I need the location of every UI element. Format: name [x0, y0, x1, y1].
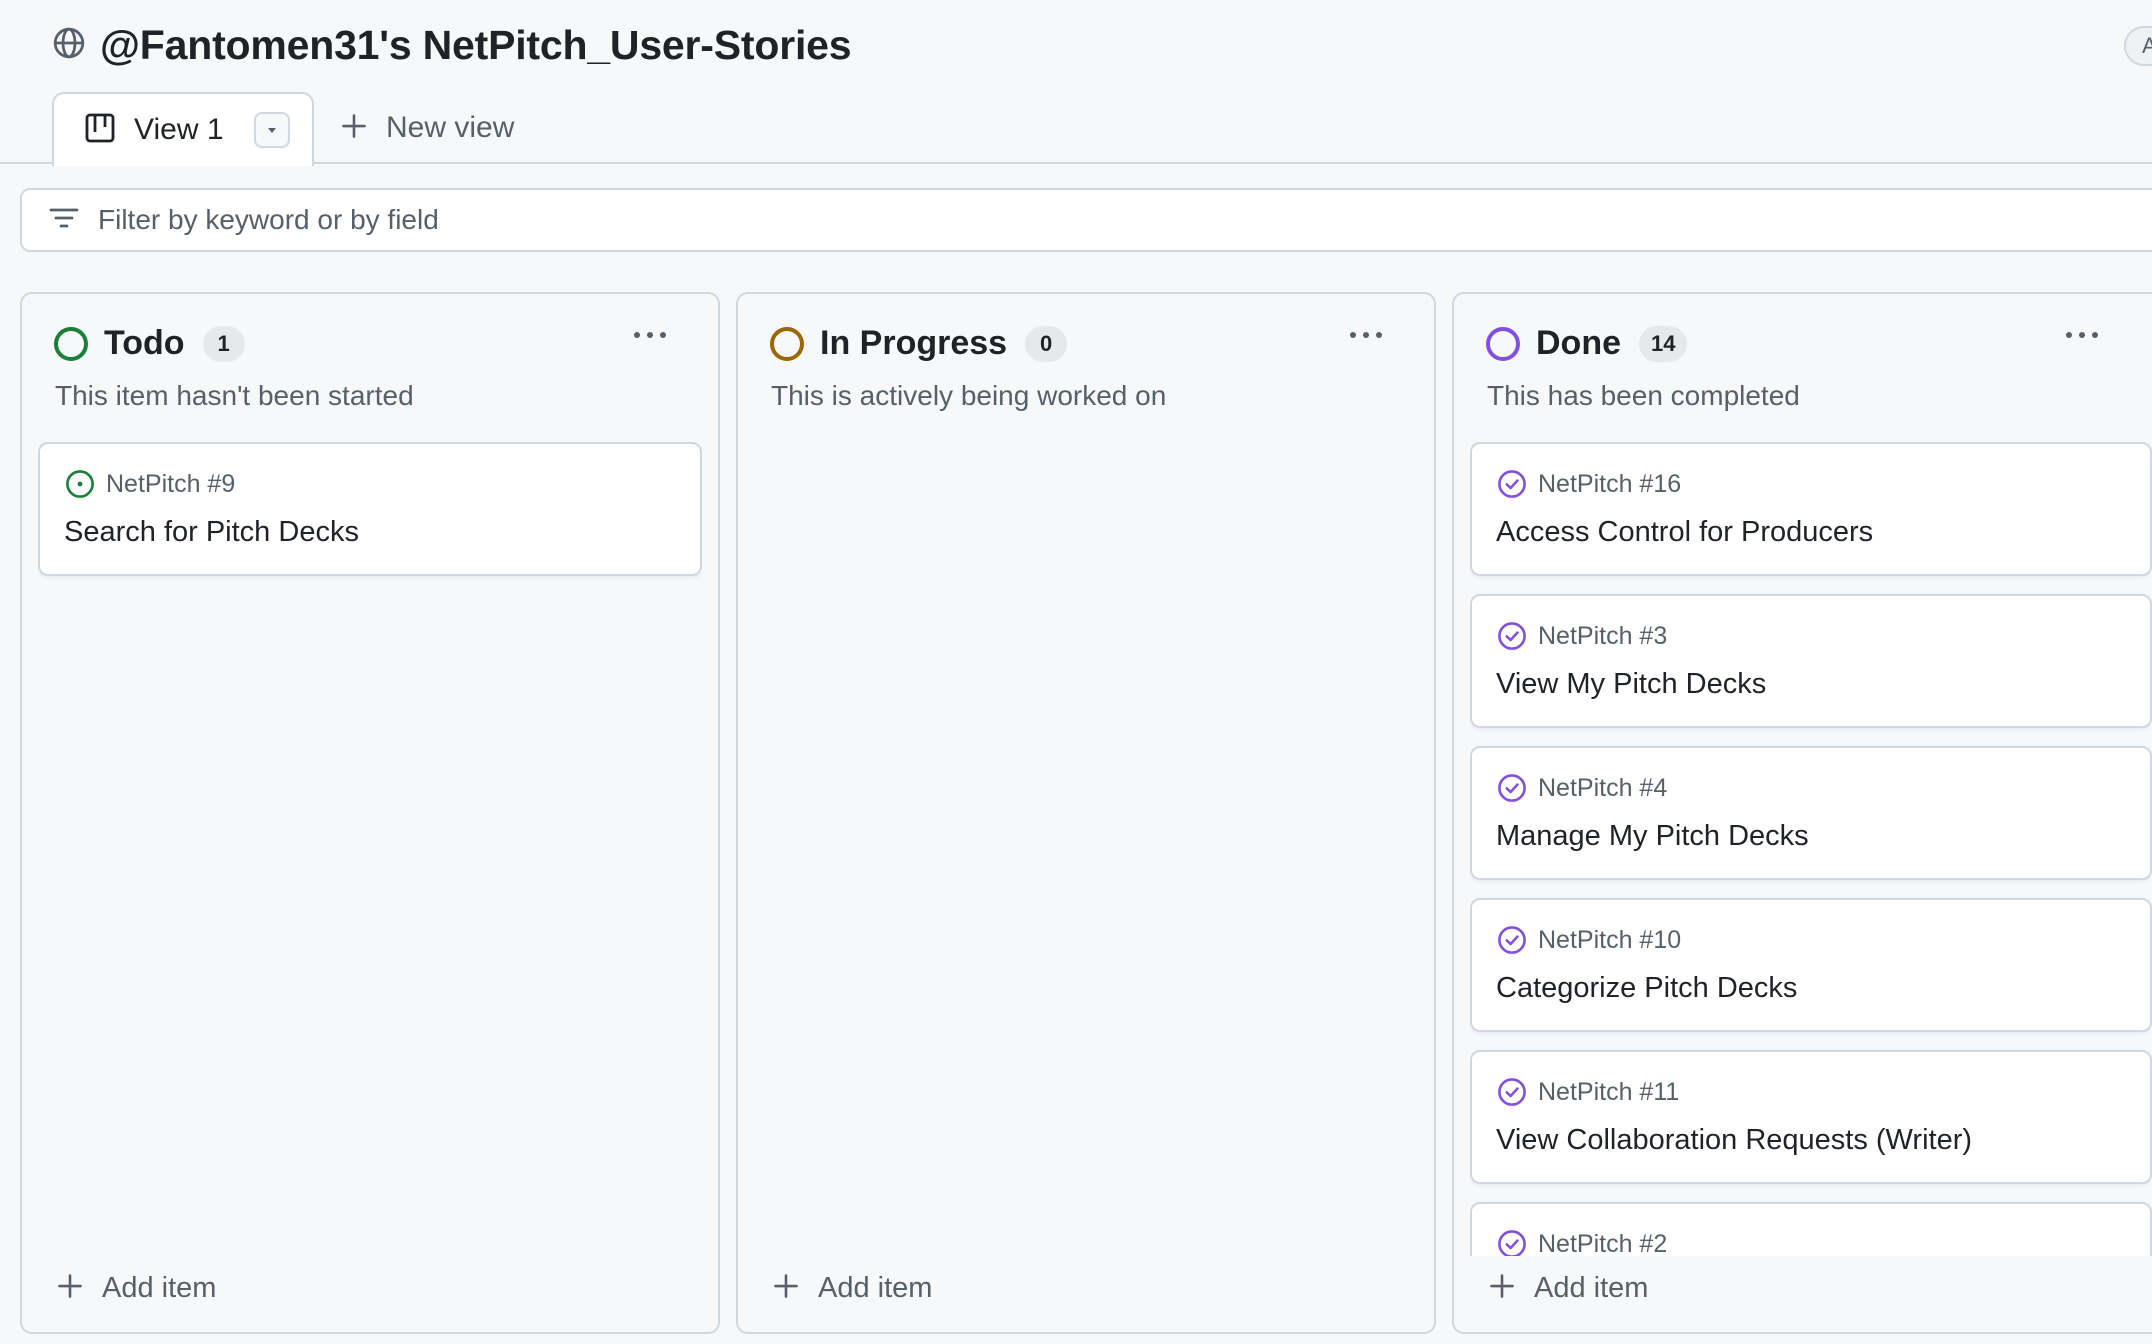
column-in-progress: In Progress 0 This is actively being wor…	[736, 292, 1436, 1334]
plus-icon	[56, 1272, 84, 1305]
card-title[interactable]: View My Pitch Decks	[1496, 668, 1766, 701]
filter-input[interactable]	[98, 204, 1898, 236]
card-list	[754, 442, 1418, 1256]
new-view-button[interactable]: New view	[340, 92, 514, 164]
column-title: In Progress	[820, 324, 1008, 362]
issue-opened-icon	[66, 470, 94, 498]
status-in-progress-icon	[770, 326, 804, 361]
card-reference: NetPitch #2	[1496, 1228, 1667, 1256]
kebab-horizontal-icon[interactable]	[634, 332, 666, 338]
card[interactable]: NetPitch #9 Search for Pitch Decks	[38, 442, 702, 576]
card-ref-text: NetPitch #16	[1538, 469, 1682, 498]
card-title[interactable]: View Collaboration Requests (Writer)	[1496, 1124, 1972, 1157]
card-reference: NetPitch #16	[1496, 468, 1681, 500]
card-ref-text: NetPitch #4	[1538, 773, 1668, 802]
view-tabs: View 1 New view	[52, 92, 514, 166]
column-done: Done 14 This has been completed NetPitch…	[1452, 292, 2152, 1334]
card-reference: NetPitch #4	[1496, 772, 1667, 804]
card-title[interactable]: Manage My Pitch Decks	[1496, 820, 1809, 853]
kebab-horizontal-icon[interactable]	[1350, 332, 1382, 338]
issue-closed-icon	[1498, 926, 1526, 954]
title-row: @Fantomen31's NetPitch_User-Stories	[52, 22, 852, 69]
card[interactable]: NetPitch #10 Categorize Pitch Decks	[1470, 898, 2152, 1032]
column-count-badge: 1	[202, 325, 245, 362]
add-item-label: Add item	[818, 1271, 933, 1304]
card[interactable]: NetPitch #3 View My Pitch Decks	[1470, 594, 2152, 728]
filter-bar	[20, 188, 2152, 252]
card-title[interactable]: Categorize Pitch Decks	[1496, 972, 1797, 1005]
filter-icon	[48, 202, 80, 239]
card[interactable]: NetPitch #2	[1470, 1202, 2152, 1256]
column-header: Done 14	[1486, 324, 1688, 363]
tab-options-button[interactable]	[253, 112, 290, 148]
card-reference: NetPitch #3	[1496, 620, 1667, 652]
column-todo: Todo 1 This item hasn't been started Net…	[20, 292, 720, 1334]
card-reference: NetPitch #10	[1496, 924, 1681, 956]
card[interactable]: NetPitch #4 Manage My Pitch Decks	[1470, 746, 2152, 880]
add-item-label: Add item	[1534, 1271, 1649, 1304]
card-ref-text: NetPitch #10	[1538, 925, 1682, 954]
card-title[interactable]: Search for Pitch Decks	[64, 516, 359, 549]
column-count-badge: 14	[1639, 325, 1688, 362]
status-open-icon	[54, 326, 88, 361]
card-reference: NetPitch #9	[64, 468, 235, 500]
card-ref-text: NetPitch #11	[1538, 1077, 1680, 1106]
add-item-label: Add item	[102, 1271, 217, 1304]
card[interactable]: NetPitch #11 View Collaboration Requests…	[1470, 1050, 2152, 1184]
project-board-page: @Fantomen31's NetPitch_User-Stories A Vi…	[0, 0, 2152, 1344]
issue-closed-icon	[1498, 774, 1526, 802]
issue-closed-icon	[1498, 470, 1526, 498]
board-view-icon	[84, 112, 116, 149]
tab-view-1-label: View 1	[134, 113, 224, 146]
card-list: NetPitch #16 Access Control for Producer…	[1470, 442, 2152, 1256]
plus-icon	[1488, 1272, 1516, 1305]
kebab-horizontal-icon[interactable]	[2066, 332, 2098, 338]
top-right-button[interactable]: A	[2124, 26, 2152, 66]
card-ref-text: NetPitch #3	[1538, 621, 1668, 650]
plus-icon	[772, 1272, 800, 1305]
column-count-badge: 0	[1025, 325, 1068, 362]
card-ref-text: NetPitch #9	[106, 469, 236, 498]
column-description: This has been completed	[1487, 380, 1800, 411]
issue-closed-icon	[1498, 622, 1526, 650]
add-item-button[interactable]: Add item	[772, 1268, 932, 1308]
project-header: @Fantomen31's NetPitch_User-Stories A Vi…	[0, 0, 2152, 166]
column-header: Todo 1	[54, 324, 245, 363]
card[interactable]: NetPitch #16 Access Control for Producer…	[1470, 442, 2152, 576]
column-title: Todo	[104, 324, 185, 362]
column-description: This item hasn't been started	[55, 380, 414, 411]
column-description: This is actively being worked on	[771, 380, 1167, 411]
card-list: NetPitch #9 Search for Pitch Decks	[38, 442, 702, 1256]
card-ref-text: NetPitch #2	[1538, 1229, 1668, 1257]
globe-icon	[52, 26, 86, 65]
new-view-label: New view	[386, 111, 515, 144]
issue-closed-icon	[1498, 1230, 1526, 1256]
status-done-icon	[1486, 326, 1520, 361]
tab-view-1[interactable]: View 1	[52, 92, 314, 166]
issue-closed-icon	[1498, 1078, 1526, 1106]
project-title: @Fantomen31's NetPitch_User-Stories	[100, 22, 852, 68]
add-item-button[interactable]: Add item	[1488, 1268, 1648, 1308]
column-title: Done	[1536, 324, 1621, 362]
plus-icon	[340, 112, 368, 145]
card-reference: NetPitch #11	[1496, 1076, 1679, 1108]
card-title[interactable]: Access Control for Producers	[1496, 516, 1873, 549]
column-header: In Progress 0	[770, 324, 1068, 363]
triangle-down-icon	[267, 128, 276, 133]
add-item-button[interactable]: Add item	[56, 1268, 216, 1308]
